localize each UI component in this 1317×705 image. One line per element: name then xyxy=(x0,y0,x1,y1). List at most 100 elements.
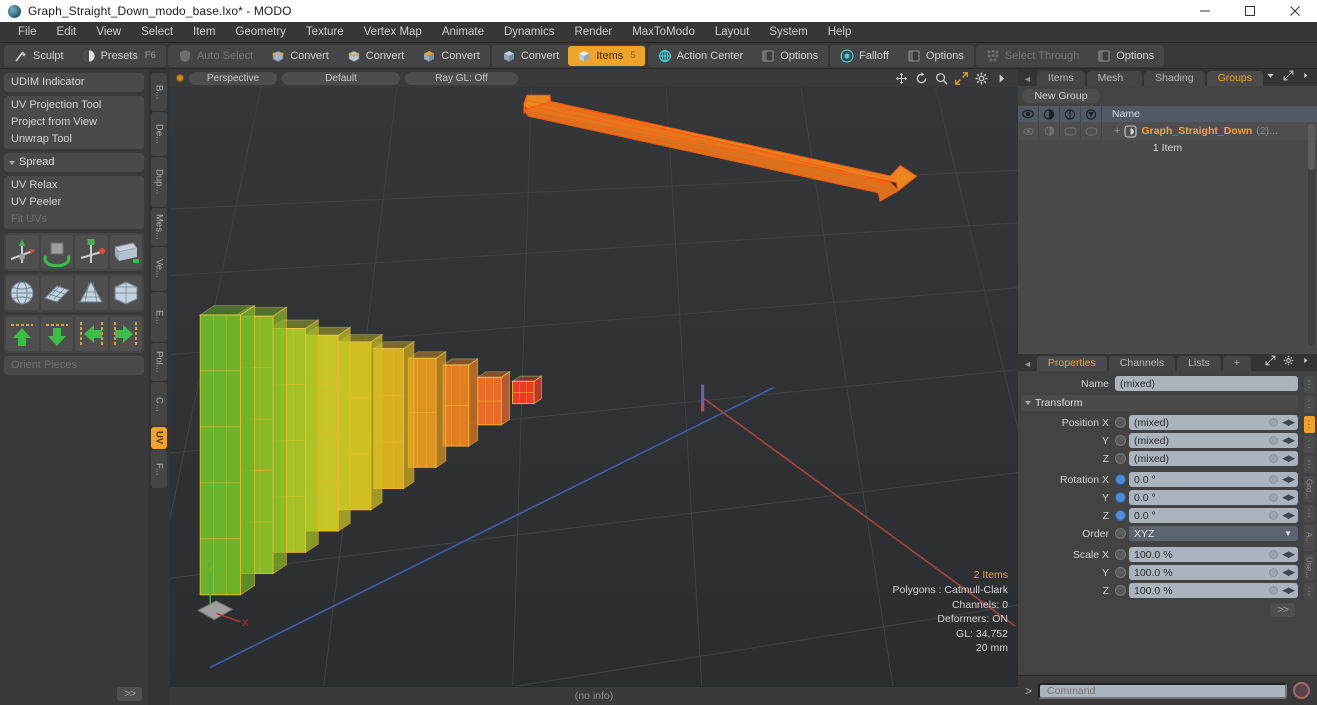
chevron-down-icon[interactable] xyxy=(1265,70,1276,84)
property-enable-toggle[interactable] xyxy=(1115,453,1126,464)
property-value-input[interactable]: (mixed) ◀▶ xyxy=(1129,415,1298,430)
table-row[interactable]: + Graph_Straight_Down (2)... xyxy=(1018,122,1317,140)
property-spinner[interactable]: ◀▶ xyxy=(1282,453,1295,464)
property-value-input[interactable]: 100.0 % ◀▶ xyxy=(1129,583,1298,598)
right-vtab-gro[interactable]: Gro... xyxy=(1303,476,1315,502)
toolbar-button-falloff[interactable]: Falloff xyxy=(831,46,898,66)
chevron-right-icon[interactable] xyxy=(1301,355,1310,369)
toolbar-button-sculpt[interactable]: Sculpt xyxy=(5,46,73,66)
plane-uv-icon[interactable] xyxy=(40,276,73,310)
viewport-active-dot-icon[interactable] xyxy=(176,74,184,82)
right-vtab-dots-1[interactable]: ⋮ xyxy=(1303,396,1315,413)
chevron-right-icon[interactable] xyxy=(1301,70,1310,84)
left-tool-uv-projection-tool[interactable]: UV Projection Tool xyxy=(5,97,143,114)
left-tool-udim-indicator[interactable]: UDIM Indicator xyxy=(5,74,143,91)
minimize-button[interactable] xyxy=(1182,0,1227,22)
menu-item-item[interactable]: Item xyxy=(183,22,225,43)
tab-mesh[interactable]: Mesh ... xyxy=(1086,71,1143,99)
tab-groups[interactable]: Groups xyxy=(1206,71,1263,86)
toolbar-button-presets[interactable]: Presets F6 xyxy=(73,46,165,66)
property-key-dot[interactable] xyxy=(1269,493,1278,502)
property-key-dot[interactable] xyxy=(1269,550,1278,559)
left-vtab-pol[interactable]: Pol... xyxy=(151,343,167,381)
right-vtab-dots-4[interactable]: ⋮ xyxy=(1303,456,1315,473)
chevron-right-icon[interactable] xyxy=(995,72,1008,85)
row-render-toggle[interactable] xyxy=(1081,123,1102,139)
menu-item-dynamics[interactable]: Dynamics xyxy=(494,22,564,43)
toolbar-button-options[interactable]: Options xyxy=(898,46,973,66)
left-tool-uv-peeler[interactable]: UV Peeler xyxy=(5,194,143,211)
left-panel-header-spread[interactable]: Spread xyxy=(5,154,143,171)
menu-item-edit[interactable]: Edit xyxy=(47,22,87,43)
property-key-dot[interactable] xyxy=(1269,436,1278,445)
wireframe-icon[interactable] xyxy=(1039,106,1060,122)
property-value-input[interactable]: 0.0 ° ◀▶ xyxy=(1129,508,1298,523)
chevron-left-icon[interactable]: ◄ xyxy=(1021,359,1035,371)
eye-icon[interactable] xyxy=(1018,106,1039,122)
align-up-icon[interactable] xyxy=(6,317,39,351)
property-value-input[interactable]: 100.0 % ◀▶ xyxy=(1129,547,1298,562)
maximize-button[interactable] xyxy=(1227,0,1272,22)
transform-section-header[interactable]: Transform xyxy=(1021,395,1298,411)
right-vtab-dots-2[interactable]: ⋮ xyxy=(1303,416,1315,433)
record-button[interactable] xyxy=(1293,682,1310,699)
right-vtab-dots-0[interactable]: ⋮ xyxy=(1303,376,1315,393)
property-spinner[interactable]: ◀▶ xyxy=(1282,435,1295,446)
property-enable-toggle[interactable] xyxy=(1115,474,1126,485)
move-axis-icon[interactable] xyxy=(6,235,39,269)
gear-icon[interactable] xyxy=(1283,355,1294,369)
property-key-dot[interactable] xyxy=(1269,418,1278,427)
tab-+[interactable]: + xyxy=(1222,356,1251,371)
property-spinner[interactable]: ◀▶ xyxy=(1282,417,1295,428)
new-group-button[interactable]: New Group xyxy=(1022,89,1100,103)
left-vtab-b[interactable]: B... xyxy=(151,73,167,111)
tab-properties[interactable]: Properties xyxy=(1036,356,1107,371)
property-enable-toggle[interactable] xyxy=(1115,492,1126,503)
property-key-dot[interactable] xyxy=(1269,475,1278,484)
cone-uv-icon[interactable] xyxy=(75,276,108,310)
group-row-name[interactable]: + Graph_Straight_Down (2)... xyxy=(1102,124,1278,138)
menu-item-select[interactable]: Select xyxy=(131,22,183,43)
left-vtab-de[interactable]: De... xyxy=(151,112,167,156)
shear-icon[interactable] xyxy=(109,235,142,269)
toolbar-button-action-center[interactable]: Action Center xyxy=(649,46,753,66)
lock-icon[interactable] xyxy=(1060,106,1081,122)
property-enable-toggle[interactable] xyxy=(1115,435,1126,446)
left-vtab-f[interactable]: F... xyxy=(151,450,167,488)
menu-item-maxtomodo[interactable]: MaxToModo xyxy=(622,22,705,43)
right-vtab-a[interactable]: A... xyxy=(1303,525,1315,551)
menu-item-geometry[interactable]: Geometry xyxy=(225,22,296,43)
property-spinner[interactable]: ◀▶ xyxy=(1282,510,1295,521)
property-spinner[interactable]: ◀▶ xyxy=(1282,474,1295,485)
chevron-left-icon[interactable]: ◄ xyxy=(1021,74,1035,86)
property-value-input[interactable]: 0.0 ° ◀▶ xyxy=(1129,472,1298,487)
align-down-icon[interactable] xyxy=(40,317,73,351)
rotate-icon[interactable] xyxy=(40,235,73,269)
menu-item-animate[interactable]: Animate xyxy=(432,22,494,43)
right-vtab-dots-6[interactable]: ⋮ xyxy=(1303,505,1315,522)
properties-more-button[interactable]: >> xyxy=(1270,603,1295,617)
property-key-dot[interactable] xyxy=(1269,511,1278,520)
property-key-dot[interactable] xyxy=(1269,568,1278,577)
property-value-input[interactable]: 100.0 % ◀▶ xyxy=(1129,565,1298,580)
property-value-input[interactable]: (mixed) ◀▶ xyxy=(1129,451,1298,466)
expand-icon[interactable] xyxy=(1265,355,1276,369)
groups-scrollbar[interactable] xyxy=(1308,124,1315,346)
left-panel-more-button[interactable]: >> xyxy=(117,687,142,701)
menu-item-render[interactable]: Render xyxy=(564,22,622,43)
property-key-dot[interactable] xyxy=(1269,454,1278,463)
toolbar-button-convert[interactable]: Convert xyxy=(413,46,489,66)
row-lock-toggle[interactable] xyxy=(1060,123,1081,139)
align-right-icon[interactable] xyxy=(109,317,142,351)
close-button[interactable] xyxy=(1272,0,1317,22)
left-vtab-ve[interactable]: Ve... xyxy=(151,247,167,291)
zoom-icon[interactable] xyxy=(935,72,948,85)
expand-icon[interactable] xyxy=(1283,70,1294,84)
viewport-3d-canvas[interactable]: Y X 2 Items Polygons : Catmull-Clark Cha… xyxy=(170,87,1018,686)
left-tool-unwrap-tool[interactable]: Unwrap Tool xyxy=(5,131,143,148)
menu-item-help[interactable]: Help xyxy=(818,22,862,43)
groups-table-body[interactable]: + Graph_Straight_Down (2)... 1 Item xyxy=(1018,122,1317,354)
toolbar-button-items[interactable]: Items 5 xyxy=(568,45,645,66)
viewport-shading-default[interactable]: Default xyxy=(282,71,400,85)
property-enable-toggle[interactable] xyxy=(1115,417,1126,428)
